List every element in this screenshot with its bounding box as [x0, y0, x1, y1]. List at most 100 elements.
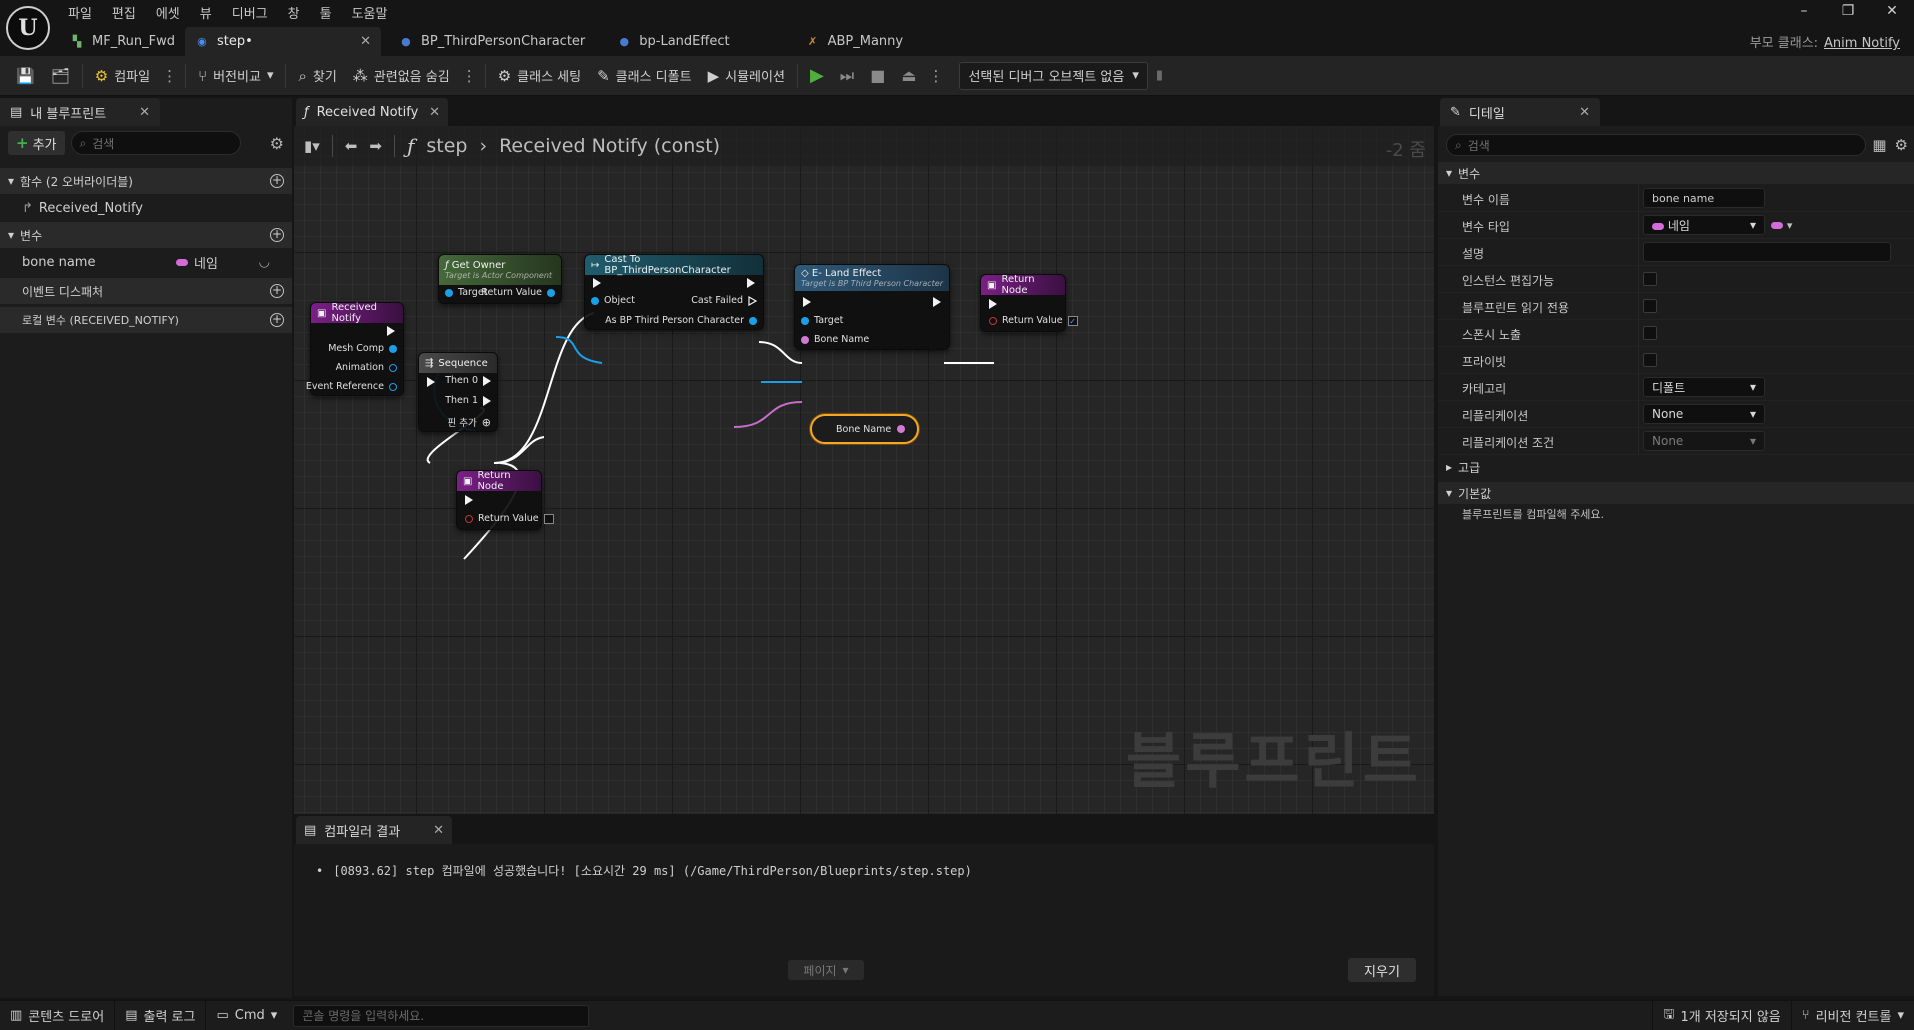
- node-land-effect[interactable]: ◇ E- Land Effect Target is BP Third Pers…: [794, 264, 950, 350]
- play-button[interactable]: ▶: [802, 61, 832, 91]
- menu-edit[interactable]: 편집: [102, 2, 146, 22]
- menu-asset[interactable]: 에셋: [146, 2, 190, 22]
- add-function-icon[interactable]: +: [270, 174, 284, 188]
- tab-mf-run-fwd[interactable]: ▚ MF_Run_Fwd: [60, 27, 185, 56]
- content-drawer-button[interactable]: ▥ 콘텐츠 드로어: [0, 1000, 116, 1030]
- browse-button[interactable]: 🗂: [43, 61, 78, 91]
- pin-return-value[interactable]: Return Value: [465, 513, 554, 524]
- description-field[interactable]: [1643, 242, 1891, 262]
- menu-file[interactable]: 파일: [58, 2, 102, 22]
- close-icon[interactable]: ✕: [433, 823, 444, 838]
- tab-abp-manny[interactable]: ✗ ABP_Manny: [796, 27, 914, 56]
- pin-then-0[interactable]: Then 0: [445, 375, 491, 386]
- pin-then-1[interactable]: Then 1: [445, 395, 491, 406]
- tab-bp-landeffect[interactable]: ● bp-LandEffect: [607, 27, 739, 56]
- gear-icon[interactable]: ⚙: [270, 134, 284, 153]
- pin-as-bp-third-person-character[interactable]: As BP Third Person Character: [605, 315, 757, 326]
- functions-section[interactable]: ▾ 함수 (2 오버라이더블) +: [0, 168, 292, 194]
- close-tab-icon[interactable]: ✕: [360, 34, 371, 49]
- node-bone-name-getter[interactable]: Bone Name: [810, 414, 920, 444]
- revision-control-button[interactable]: ⑂ 리비전 컨트롤 ▾: [1792, 1001, 1914, 1030]
- event-dispatchers-section[interactable]: 이벤트 디스패처 +: [0, 278, 292, 304]
- tab-received-notify[interactable]: ƒ Received Notify ✕: [296, 98, 448, 126]
- menu-tools[interactable]: 툴: [310, 2, 342, 22]
- compile-options-icon[interactable]: ⋮: [158, 67, 181, 85]
- add-variable-icon[interactable]: +: [270, 228, 284, 242]
- page-select[interactable]: 페이지 ▾: [788, 960, 864, 980]
- debug-object-select[interactable]: 선택된 디버그 오브젝트 없음 ▾: [959, 61, 1148, 90]
- local-variables-section[interactable]: 로컬 변수 (RECEIVED_NOTIFY) +: [0, 307, 292, 333]
- blueprint-graph[interactable]: ▮▾ ⬅ ➡ ƒ step › Received Notify (const) …: [294, 126, 1434, 814]
- exec-in-pin[interactable]: [427, 377, 435, 387]
- pin-event-reference[interactable]: Event Reference: [306, 381, 397, 392]
- eject-button[interactable]: ⏏: [893, 61, 924, 91]
- expose-on-spawn-checkbox[interactable]: [1643, 326, 1657, 340]
- node-return-bottom[interactable]: ▣ Return Node Return Value: [456, 470, 554, 530]
- details-section-default-value[interactable]: ▾ 기본값: [1438, 482, 1914, 504]
- clear-button[interactable]: 지우기: [1348, 958, 1416, 982]
- pin-return-value[interactable]: Return Value: [481, 287, 555, 298]
- function-item-received-notify[interactable]: ↱ Received_Notify: [0, 195, 292, 221]
- exec-out-pin[interactable]: [933, 297, 941, 307]
- node-return-top[interactable]: ▣ Return Node Return Value ✓: [980, 274, 1078, 332]
- pin-object[interactable]: Object: [591, 295, 635, 306]
- category-select[interactable]: 디폴트 ▾: [1643, 377, 1765, 397]
- step-button[interactable]: ⏭: [832, 61, 862, 91]
- debug-filter-icon[interactable]: ▮: [1148, 61, 1171, 91]
- simulation-button[interactable]: ▶ 시뮬레이션: [700, 61, 793, 91]
- return-value-checkbox[interactable]: [543, 513, 554, 524]
- menu-debug[interactable]: 디버그: [222, 2, 278, 22]
- tab-step[interactable]: ◉ step• ✕: [184, 27, 381, 56]
- close-icon[interactable]: ✕: [139, 105, 150, 120]
- node-get-owner[interactable]: ƒ Get Owner Target is Actor Component Ta…: [438, 254, 562, 304]
- add-pin-button[interactable]: 핀 추가 ⊕: [448, 415, 491, 430]
- find-options-icon[interactable]: ⋮: [458, 67, 481, 85]
- add-local-variable-icon[interactable]: +: [270, 313, 284, 327]
- variables-section[interactable]: ▾ 변수 +: [0, 222, 292, 248]
- tab-details[interactable]: ✎ 디테일 ✕: [1440, 98, 1600, 126]
- tab-bp-thirdpersoncharacter[interactable]: ● BP_ThirdPersonCharacter: [389, 27, 595, 56]
- variable-item-bone-name[interactable]: bone name 네임 ◡: [0, 249, 292, 275]
- details-search-input[interactable]: ⌕ 검색: [1446, 134, 1866, 156]
- pin-bone-name[interactable]: Bone Name: [801, 334, 869, 345]
- add-button[interactable]: + 추가: [8, 131, 65, 155]
- search-input[interactable]: ⌕ 검색: [70, 131, 241, 155]
- add-dispatcher-icon[interactable]: +: [270, 284, 284, 298]
- grid-view-icon[interactable]: ▦: [1872, 136, 1886, 154]
- exec-in-pin[interactable]: [989, 299, 997, 309]
- visibility-eye-icon[interactable]: ◡: [259, 255, 270, 270]
- exec-in-pin[interactable]: [803, 297, 811, 307]
- exec-out-pin[interactable]: [387, 326, 395, 336]
- class-settings-button[interactable]: ⚙ 클래스 세팅: [490, 61, 589, 91]
- node-sequence[interactable]: ⇶ Sequence Then 0 Then 1 핀 추가 ⊕: [418, 352, 498, 432]
- hide-unrelated-button[interactable]: ⁂ 관련없음 숨김: [345, 61, 458, 91]
- blueprint-readonly-checkbox[interactable]: [1643, 299, 1657, 313]
- private-checkbox[interactable]: [1643, 353, 1657, 367]
- details-section-advanced[interactable]: ▸ 고급: [1438, 456, 1914, 478]
- variable-type-select[interactable]: 네임 ▾: [1643, 215, 1765, 235]
- close-window-button[interactable]: ✕: [1870, 0, 1914, 22]
- restore-button[interactable]: ❐: [1826, 0, 1870, 22]
- cmd-select[interactable]: ▭ Cmd ▾: [206, 1001, 287, 1030]
- minimize-button[interactable]: –: [1782, 0, 1826, 22]
- compile-button[interactable]: ⚙ 컴파일: [87, 61, 158, 91]
- menu-help[interactable]: 도움말: [342, 2, 398, 22]
- exec-in-pin[interactable]: [593, 278, 601, 288]
- find-button[interactable]: ⌕ 찾기: [290, 61, 344, 91]
- unreal-logo-icon[interactable]: U: [6, 6, 50, 50]
- gear-icon[interactable]: ⚙: [1895, 136, 1908, 154]
- menu-view[interactable]: 뷰: [190, 2, 222, 22]
- exec-out-pin[interactable]: [747, 278, 755, 288]
- details-section-variable[interactable]: ▾ 변수: [1438, 162, 1914, 184]
- node-received-notify[interactable]: ▣ Received Notify Mesh Comp Animation Ev…: [306, 302, 404, 396]
- parent-class-link[interactable]: Anim Notify: [1824, 36, 1900, 51]
- return-value-checkbox[interactable]: ✓: [1067, 315, 1078, 326]
- menu-window[interactable]: 창: [278, 2, 310, 22]
- container-type-select[interactable]: ▾: [1771, 218, 1792, 232]
- close-icon[interactable]: ✕: [1579, 105, 1590, 120]
- pin-cast-failed[interactable]: Cast Failed: [691, 295, 757, 306]
- instance-editable-checkbox[interactable]: [1643, 272, 1657, 286]
- node-cast-to-bp-thirdpersoncharacter[interactable]: ↦ Cast To BP_ThirdPersonCharacter Object…: [584, 254, 764, 330]
- console-input[interactable]: 콘솔 명령을 입력하세요.: [293, 1004, 590, 1027]
- exec-in-pin[interactable]: [465, 495, 473, 505]
